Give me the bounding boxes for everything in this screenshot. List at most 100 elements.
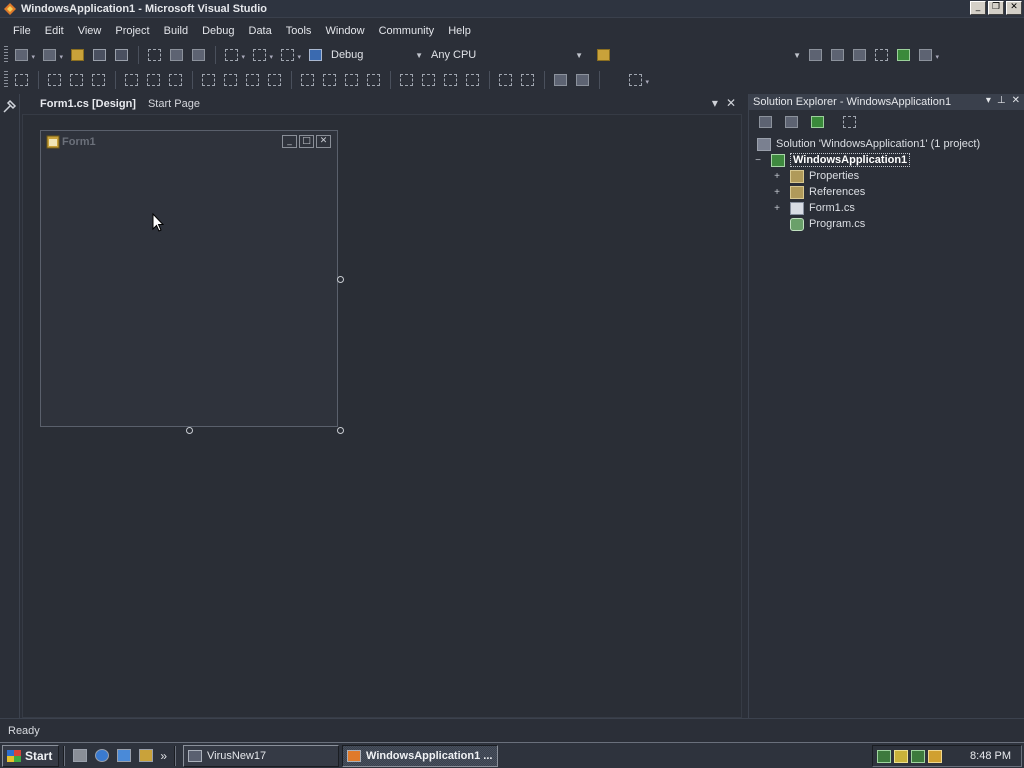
open-file-icon[interactable] (67, 45, 87, 65)
bring-to-front-icon[interactable] (550, 70, 570, 90)
window-position-dropdown-icon[interactable]: ▾ (986, 95, 991, 106)
align-lefts-icon[interactable] (44, 70, 64, 90)
add-item-icon[interactable]: ▾ (39, 45, 63, 65)
restore-button[interactable]: ❐ (988, 1, 1004, 15)
save-all-icon[interactable] (111, 45, 131, 65)
messenger-icon[interactable] (928, 749, 942, 763)
copy-icon[interactable] (166, 45, 186, 65)
menu-data[interactable]: Data (242, 25, 279, 37)
tree-item-form1[interactable]: + Form1.cs (749, 200, 1024, 216)
make-same-size-icon[interactable] (242, 70, 262, 90)
security-icon[interactable] (894, 749, 908, 763)
outlook-express-icon[interactable] (115, 747, 133, 765)
resize-handle-right[interactable] (337, 276, 344, 283)
make-same-height-icon[interactable] (220, 70, 240, 90)
solution-explorer-title-bar[interactable]: Solution Explorer - WindowsApplication1 … (749, 94, 1024, 110)
close-document-icon[interactable]: ✕ (726, 96, 736, 110)
network-icon[interactable] (877, 749, 891, 763)
command-window-icon[interactable]: ▾ (915, 45, 939, 65)
internet-explorer-icon[interactable] (93, 747, 111, 765)
menu-debug[interactable]: Debug (195, 25, 241, 37)
center-horizontally-icon[interactable] (495, 70, 515, 90)
close-button[interactable]: ✕ (1006, 1, 1022, 15)
align-tops-icon[interactable] (121, 70, 141, 90)
save-icon[interactable] (89, 45, 109, 65)
start-page-icon[interactable] (893, 45, 913, 65)
find-in-files-icon[interactable] (593, 45, 613, 65)
new-project-icon[interactable]: ▾ (11, 45, 35, 65)
start-button[interactable]: Start (2, 744, 60, 767)
lock-controls-icon[interactable]: ▾ (625, 70, 649, 90)
find-combo[interactable]: ▼ (615, 46, 805, 64)
show-desktop-icon[interactable] (71, 747, 89, 765)
vertical-spacing-increase-icon[interactable] (418, 70, 438, 90)
start-debugging-icon[interactable] (305, 45, 325, 65)
menu-community[interactable]: Community (372, 25, 442, 37)
size-to-grid-icon[interactable] (264, 70, 284, 90)
view-class-diagram-icon[interactable] (839, 112, 859, 132)
tree-item-program[interactable]: Program.cs (749, 216, 1024, 232)
menu-build[interactable]: Build (157, 25, 195, 37)
resize-handle-bottom-right[interactable] (337, 427, 344, 434)
tab-start-page[interactable]: Start Page (142, 98, 206, 110)
cut-icon[interactable] (144, 45, 164, 65)
menu-file[interactable]: File (6, 25, 38, 37)
toolbar-grip[interactable] (4, 71, 8, 89)
align-bottoms-icon[interactable] (165, 70, 185, 90)
center-vertically-icon[interactable] (517, 70, 537, 90)
clock[interactable]: 8:48 PM (970, 750, 1011, 762)
horizontal-spacing-remove-icon[interactable] (363, 70, 383, 90)
toolbox-icon[interactable] (871, 45, 891, 65)
horizontal-spacing-increase-icon[interactable] (319, 70, 339, 90)
expand-icon[interactable]: + (772, 203, 782, 214)
monitor-icon[interactable] (911, 749, 925, 763)
expand-icon[interactable]: + (772, 187, 782, 198)
expand-icon[interactable]: + (772, 171, 782, 182)
quick-launch-more-icon[interactable]: » (160, 749, 167, 763)
properties-window-icon[interactable] (827, 45, 847, 65)
tree-item-references[interactable]: + References (749, 184, 1024, 200)
vertical-spacing-remove-icon[interactable] (462, 70, 482, 90)
taskbar-button-windowsapplication1[interactable]: WindowsApplication1 ... (342, 744, 499, 767)
menu-tools[interactable]: Tools (279, 25, 319, 37)
menu-help[interactable]: Help (441, 25, 478, 37)
tree-item-properties[interactable]: + Properties (749, 168, 1024, 184)
toolbox-tab-icon[interactable] (2, 98, 18, 114)
navigate-back-icon[interactable]: ▾ (277, 45, 301, 65)
menu-window[interactable]: Window (318, 25, 371, 37)
align-middles-icon[interactable] (143, 70, 163, 90)
make-same-width-icon[interactable] (198, 70, 218, 90)
show-all-files-icon[interactable] (781, 112, 801, 132)
vertical-spacing-decrease-icon[interactable] (440, 70, 460, 90)
send-to-back-icon[interactable] (572, 70, 592, 90)
menu-project[interactable]: Project (108, 25, 156, 37)
windows-explorer-icon[interactable] (137, 747, 155, 765)
vertical-spacing-equal-icon[interactable] (396, 70, 416, 90)
horizontal-spacing-decrease-icon[interactable] (341, 70, 361, 90)
undo-icon[interactable]: ▾ (221, 45, 245, 65)
collapse-icon[interactable]: − (753, 155, 763, 166)
solution-explorer-icon[interactable] (805, 45, 825, 65)
close-panel-icon[interactable]: ✕ (1012, 95, 1020, 106)
resize-handle-bottom[interactable] (186, 427, 193, 434)
auto-hide-pin-icon[interactable]: ⊥ (997, 95, 1006, 106)
tree-solution-node[interactable]: Solution 'WindowsApplication1' (1 projec… (749, 136, 1024, 152)
tree-project-node[interactable]: − WindowsApplication1 (749, 152, 1024, 168)
solution-configuration-dropdown[interactable]: Debug ▼ (327, 46, 427, 64)
align-centers-icon[interactable] (66, 70, 86, 90)
minimize-button[interactable]: _ (970, 1, 986, 15)
toolbar-grip[interactable] (4, 46, 8, 64)
solution-platform-dropdown[interactable]: Any CPU ▼ (427, 46, 587, 64)
paste-icon[interactable] (188, 45, 208, 65)
horizontal-spacing-equal-icon[interactable] (297, 70, 317, 90)
menu-edit[interactable]: Edit (38, 25, 71, 37)
designer-form[interactable]: Form1 _ □ ✕ (40, 130, 338, 427)
refresh-icon[interactable] (807, 112, 827, 132)
form-title-bar[interactable]: Form1 _ □ ✕ (41, 131, 337, 153)
align-rights-icon[interactable] (88, 70, 108, 90)
object-browser-icon[interactable] (849, 45, 869, 65)
align-to-grid-icon[interactable] (11, 70, 31, 90)
menu-view[interactable]: View (71, 25, 109, 37)
taskbar-button-virusnew17[interactable]: VirusNew17 (183, 744, 340, 767)
properties-icon[interactable] (755, 112, 775, 132)
